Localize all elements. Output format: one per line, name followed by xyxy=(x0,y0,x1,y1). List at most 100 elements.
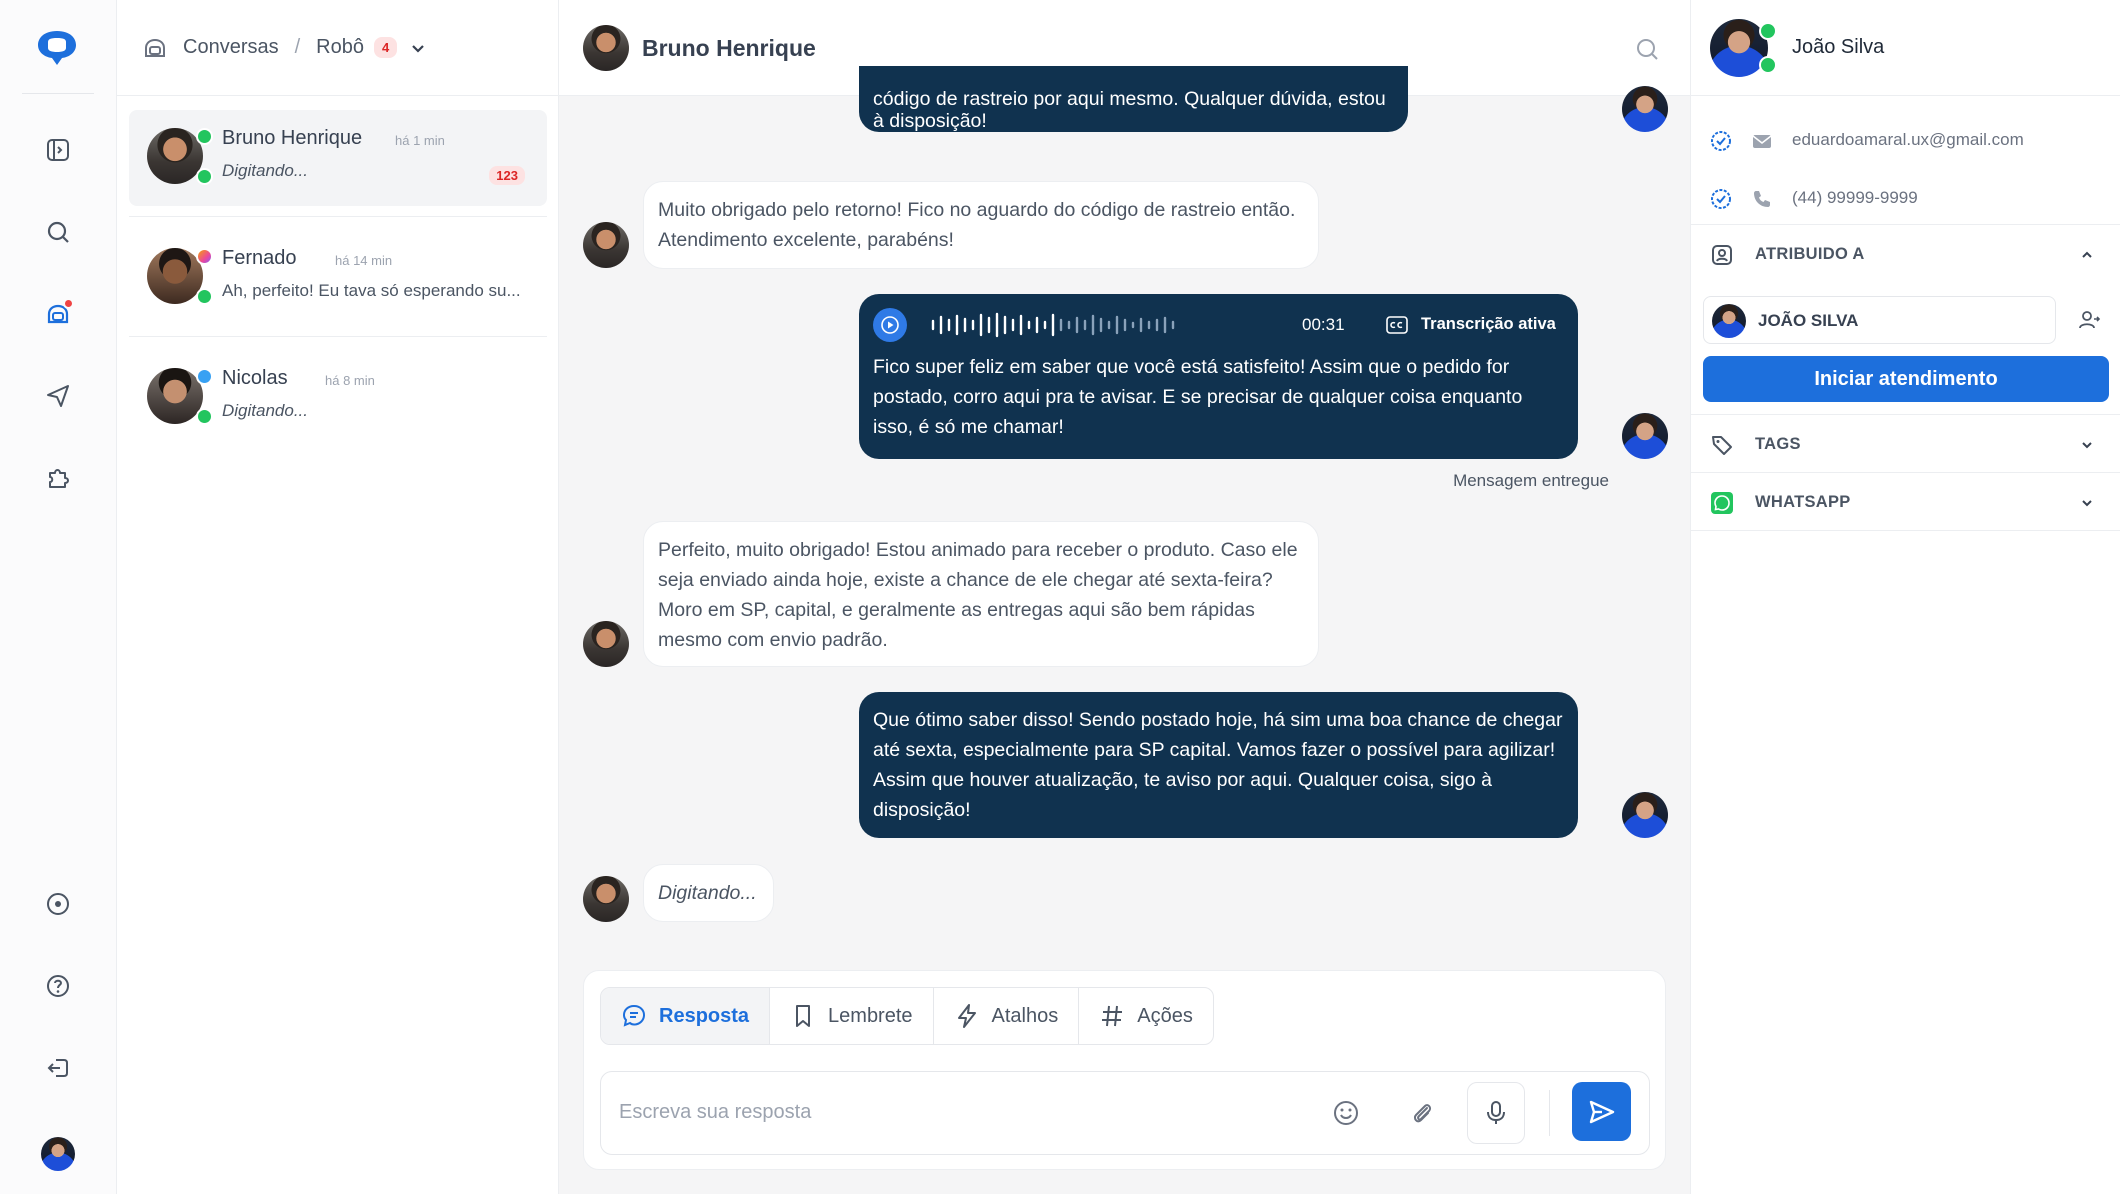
message-composer: Resposta Lembrete Atalhos Ações xyxy=(583,970,1666,1170)
chevron-down-icon[interactable] xyxy=(409,39,427,57)
tab-lembrete[interactable]: Lembrete xyxy=(770,988,934,1044)
chevron-up-icon[interactable] xyxy=(2079,247,2095,263)
online-status-dot xyxy=(196,408,213,425)
contact-phone[interactable]: (44) 99999-9999 xyxy=(1792,188,1918,208)
telegram-icon xyxy=(196,368,213,385)
avatar xyxy=(583,621,629,667)
conversation-time: há 8 min xyxy=(325,373,375,388)
emoji-icon[interactable] xyxy=(1331,1098,1361,1128)
start-service-button[interactable]: Iniciar atendimento xyxy=(1703,356,2109,402)
avatar xyxy=(147,128,203,184)
audio-waveform[interactable] xyxy=(931,310,1177,340)
icon-rail xyxy=(0,0,117,1194)
breadcrumb-current[interactable]: Robô xyxy=(316,36,364,59)
tab-label: Atalhos xyxy=(991,1004,1059,1027)
avatar xyxy=(1622,413,1668,459)
chat-title: Bruno Henrique xyxy=(642,35,816,61)
avatar xyxy=(147,248,203,304)
count-badge: 4 xyxy=(373,37,398,58)
assignee-selector[interactable]: JOÃO SILVA xyxy=(1703,296,2056,344)
email-row: eduardoamaral.ux@gmail.com xyxy=(1691,112,2120,168)
notification-dot xyxy=(63,298,74,309)
whatsapp-section[interactable]: WHATSAPP xyxy=(1691,472,2120,531)
bookmark-icon xyxy=(796,1005,811,1027)
conversation-item[interactable]: Fernado há 14 min Ah, perfeito! Eu tava … xyxy=(129,230,547,326)
lightning-icon xyxy=(957,1004,976,1028)
microphone-button[interactable] xyxy=(1467,1082,1525,1144)
logout-icon[interactable] xyxy=(40,1050,76,1086)
conversation-time: há 14 min xyxy=(335,253,393,268)
hash-icon xyxy=(1102,1005,1123,1027)
user-switch-icon[interactable] xyxy=(2077,308,2101,332)
robot-icon[interactable] xyxy=(40,296,76,332)
tab-resposta[interactable]: Resposta xyxy=(601,988,771,1044)
composer-tabs: Resposta Lembrete Atalhos Ações xyxy=(600,987,1214,1045)
transcription-label[interactable]: Transcrição ativa xyxy=(1421,315,1556,334)
user-avatar[interactable] xyxy=(40,1136,76,1172)
conversation-name: Bruno Henrique xyxy=(222,127,363,149)
avatar xyxy=(147,368,203,424)
question-icon[interactable] xyxy=(40,968,76,1004)
user-badge-icon xyxy=(1712,245,1732,265)
send-button[interactable] xyxy=(1572,1082,1631,1141)
verified-icon xyxy=(1711,189,1731,209)
conversation-item[interactable]: Bruno Henrique há 1 min Digitando... 123 xyxy=(129,110,547,206)
delivery-status: Mensagem entregue xyxy=(1453,471,1609,490)
chat-logo-icon[interactable] xyxy=(34,28,80,68)
avatar xyxy=(583,25,629,71)
breadcrumb-separator: / xyxy=(294,36,301,58)
unread-badge: 123 xyxy=(489,166,525,185)
reply-input-box xyxy=(600,1071,1650,1155)
chevron-down-icon[interactable] xyxy=(2079,495,2095,511)
avatar xyxy=(583,876,629,922)
closed-caption-icon xyxy=(1386,316,1408,334)
whatsapp-icon xyxy=(1711,492,1733,514)
avatar xyxy=(1622,792,1668,838)
section-title: TAGS xyxy=(1755,435,1801,453)
contact-header: João Silva xyxy=(1691,0,2120,96)
conversation-item[interactable]: Nicolas há 8 min Digitando... xyxy=(129,350,547,446)
conversation-preview: Ah, perfeito! Eu tava só esperando su... xyxy=(222,281,521,300)
reply-input[interactable] xyxy=(619,1092,1299,1132)
contact-email[interactable]: eduardoamaral.ux@gmail.com xyxy=(1792,130,2024,150)
assigned-section: ATRIBUIDO A xyxy=(1691,224,2120,282)
tab-atalhos[interactable]: Atalhos xyxy=(934,988,1080,1044)
search-icon[interactable] xyxy=(40,214,76,250)
audio-message: 00:31 Transcrição ativa Fico super feliz… xyxy=(859,294,1578,459)
incoming-message: Muito obrigado pelo retorno! Fico no agu… xyxy=(643,181,1319,269)
puzzle-icon[interactable] xyxy=(40,460,76,496)
panel-toggle-icon[interactable] xyxy=(40,132,76,168)
avatar xyxy=(41,1137,75,1171)
play-icon[interactable] xyxy=(873,308,907,342)
send-icon[interactable] xyxy=(40,378,76,414)
tags-section[interactable]: TAGS xyxy=(1691,414,2120,472)
search-icon[interactable] xyxy=(1634,36,1660,62)
avatar xyxy=(1622,86,1668,132)
help-circle-icon[interactable] xyxy=(40,886,76,922)
chevron-down-icon[interactable] xyxy=(2079,437,2095,453)
paperclip-icon[interactable] xyxy=(1407,1098,1437,1128)
instagram-icon xyxy=(196,248,213,265)
assignee-name: JOÃO SILVA xyxy=(1758,311,1859,330)
mail-icon xyxy=(1752,135,1772,148)
transcription-text: Fico super feliz em saber que você está … xyxy=(873,356,1523,438)
robot-icon xyxy=(145,38,165,57)
phone-icon xyxy=(1754,191,1770,207)
section-title: WHATSAPP xyxy=(1755,493,1851,511)
incoming-message: Perfeito, muito obrigado! Estou animado … xyxy=(643,521,1319,667)
conversation-time: há 1 min xyxy=(395,133,445,148)
breadcrumb-root[interactable]: Conversas xyxy=(183,36,279,59)
online-status-dot xyxy=(1759,56,1777,74)
list-header: Conversas / Robô 4 xyxy=(117,0,559,96)
conversation-preview: Digitando... xyxy=(222,401,308,420)
phone-row: (44) 99999-9999 xyxy=(1691,170,2120,226)
tab-acoes[interactable]: Ações xyxy=(1079,988,1213,1044)
chat-bubble-icon xyxy=(622,1004,646,1027)
avatar xyxy=(583,222,629,268)
rail-divider xyxy=(22,93,94,94)
send-icon xyxy=(1589,1100,1614,1123)
typing-indicator: Digitando... xyxy=(643,864,774,922)
online-status-dot xyxy=(196,168,213,185)
whatsapp-icon xyxy=(1759,22,1777,40)
contact-name: João Silva xyxy=(1792,36,1885,58)
